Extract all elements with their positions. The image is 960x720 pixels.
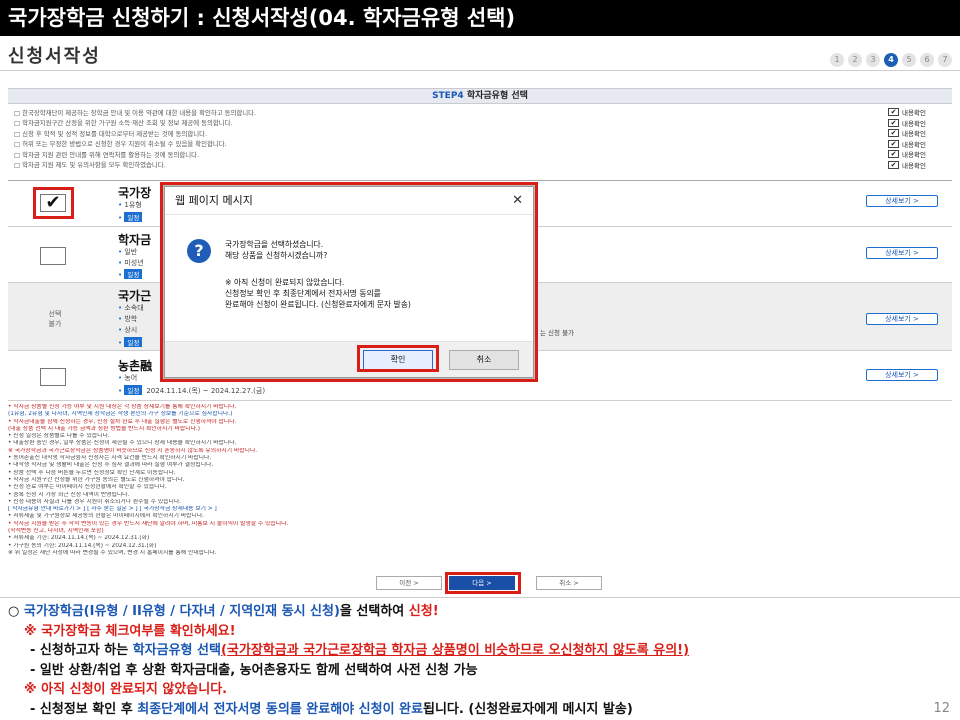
notice-item: • 학자금 상품별 신청 가능 여부 및 지원 대상은 각 상품 상세보기를 통… [8,404,237,410]
agreement-item: □ 허위 또는 부정한 방법으로 신청한 경우 지원이 취소될 수 있음을 확인… [14,140,227,149]
step-7: 7 [938,53,952,67]
step-number: STEP4 [432,91,464,101]
notice-item: • 학자금 지원구간 산정을 위한 가구원 동의는 별도로 진행하셔야 합니다. [8,476,185,483]
agreement-checks: ✔ 내용확인 ✔ 내용확인 ✔ 내용확인 ✔ 내용확인 ✔ 내용확인 ✔ 내용확인 [888,107,954,170]
detail-button[interactable]: 상세보기 > [866,247,938,259]
notice-item: • 신청 내용이 사실과 다를 경우 지원이 취소되거나 환수될 수 있습니다. [8,498,182,505]
step-header: STEP4 학자금유형 선택 [8,88,952,104]
notice-item: [ 학자금유형 안내 바로가기 > ] [ 자주 묻는 질문 > ] [ 국가장… [8,506,217,513]
agreement-list: □ 한국장학재단이 제공하는 장학금 안내 및 이용 약관에 대한 내용을 확인… [14,107,854,170]
step-1: 1 [830,53,844,67]
product-detail: • 1유형 [118,201,142,209]
agreement-checkbox[interactable]: ✔ 내용확인 [888,107,954,118]
detail-button[interactable]: 상세보기 > [866,369,938,381]
notice-item: • 대학생 학자금 및 생활비 대출은 신청 후 심사 결과에 따라 실행 여부… [8,462,214,469]
step-indicator: 1234567 [830,53,952,67]
explanation-line: - 신청하고자 하는 학자금유형 선택(국가장학금과 국가근로장학금 학자금 상… [30,643,690,658]
page-heading: 신청서작성 [8,46,101,67]
side-note: 는 신청 불가 [540,329,575,337]
product-name: 학자금 [118,233,152,247]
slide-title: 국가장학금 신청하기 : 신청서작성(04. 학자금유형 선택) [0,0,960,36]
product-name: 농촌融 [118,359,153,373]
product-checkbox-loan[interactable] [40,247,66,265]
product-checkbox-rural[interactable] [40,368,66,386]
notice-item: • 상품 선택 후 다음 버튼을 누르면 신청정보 확인 단계로 이동합니다. [8,469,176,476]
agreement-checkbox[interactable]: ✔ 내용확인 [888,118,954,129]
agreement-item: □ 학자금 지원 관련 안내를 위해 연락처를 활용하는 것에 동의합니다. [14,150,200,159]
notice-item: • 가구원 동의 기한: 2024.11.14.(목) ~ 2024.12.31… [8,542,157,549]
explanation: ○ 국가장학금(I유형 / II유형 / 다자녀 / 지역인재 동시 신청)을 … [8,602,958,719]
check-mark-icon: ✔ [888,160,899,169]
detail-button[interactable]: 상세보기 > [866,313,938,325]
notice-item: • 신청 일정은 상품별로 다를 수 있습니다. [8,433,110,440]
product-period: • 일정 [118,337,146,347]
step-5: 5 [902,53,916,67]
step-label: 학자금유형 선택 [466,91,528,101]
agreement-item: □ 신청 후 학적 및 성적 정보를 대학으로부터 제공받는 것에 동의합니다. [14,129,208,138]
notice-item: (학적변동 신고, 다자녀, 지역인재 포함) [8,528,104,535]
notice-item: • 서류제출 기한: 2024.11.14.(목) ~ 2024.12.31.(… [8,535,150,542]
check-mark-icon: ✔ [888,118,899,127]
agreement-item: □ 한국장학재단이 제공하는 장학금 안내 및 이용 약관에 대한 내용을 확인… [14,108,257,117]
step-3: 3 [866,53,880,67]
prev-button[interactable]: 이전 > [376,576,442,590]
heading-divider [0,70,960,71]
product-detail: • 미성년 [118,259,144,267]
unavailable-label: 선택 불가 [48,310,62,328]
check-mark-icon: ✔ [888,129,899,138]
notice-item: (1유형, 2유형 및 다자녀, 지역인재 장학금은 학생 본인의 가구 정보를… [8,411,233,418]
step-2: 2 [848,53,862,67]
agreement-checkbox[interactable]: ✔ 내용확인 [888,149,954,160]
notice-item: • 중복 신청 시 가장 최근 신청 내역이 반영됩니다. [8,491,130,498]
check-mark-icon: ✔ [888,108,899,117]
explanation-line: ○ 국가장학금(I유형 / II유형 / 다자녀 / 지역인재 동시 신청)을 … [8,604,439,619]
notice-item: • 농어촌출신 대학생 학자금융자 신청자는 자격 요건을 반드시 확인하시기 … [8,455,212,462]
notice-list: • 학자금 상품별 신청 가능 여부 및 지원 대상은 각 상품 상세보기를 통… [8,404,952,557]
notice-item: • 학자금 지원을 받은 후 학적 변동이 있는 경우 반드시 재단에 알려야 … [8,520,289,527]
notice-item: ※ 위 일정은 재단 사정에 따라 변경될 수 있으며, 변경 시 홈페이지를 … [8,549,217,556]
next-highlight-box [445,572,521,594]
check-mark-icon: ✔ [888,150,899,159]
product-name: 국가근 [118,289,152,303]
notice-item: (대출 상품 선택 시 대출 가능 금액과 상환 방법을 반드시 확인하시기 바… [8,425,200,432]
product-period: • 일정 2024.11.14.(목) ~ 2024.12.27.(금) [118,385,266,395]
explanation-line: - 일반 상환/취업 후 상환 학자금대출, 농어촌융자도 함께 선택하여 사전… [30,662,478,678]
detail-button[interactable]: 상세보기 > [866,195,938,207]
agreement-checkbox[interactable]: ✔ 내용확인 [888,139,954,150]
agreement-checkbox[interactable]: ✔ 내용확인 [888,128,954,139]
bottom-buttons: 이전 > 다음 > 취소 > [0,572,960,594]
product-detail: • 방학 [118,315,138,323]
product-detail: • 농어 [118,374,138,382]
product-period: • 일정 [118,212,146,222]
section-divider [0,597,960,598]
product-detail: • 일반 [118,248,138,256]
product-name: 국가장 [118,186,152,200]
notice-item: • 대출상환 중인 경우, 일부 상품은 신청이 제한될 수 있으니 상세 내용… [8,440,237,447]
agreement-checkbox[interactable]: ✔ 내용확인 [888,160,954,171]
product-period: • 일정 [118,269,146,279]
agreement-item: □ 학자금 지원 제도 및 유의사항을 모두 확인하였습니다. [14,161,166,170]
ok-highlight-box [357,345,439,372]
page-number: 12 [933,701,950,716]
check-mark-icon: ✔ [888,139,899,148]
product-detail: • 상시 [118,326,138,334]
step-6: 6 [920,53,934,67]
dialog-highlight-box [160,182,538,382]
step-4: 4 [884,53,898,67]
agreement-item: □ 학자금지원구간 산정을 위한 가구원 소득·재산 조회 및 정보 제공에 동… [14,119,233,128]
product-detail: • 소속대 [118,304,144,312]
explanation-line: - 신청정보 확인 후 최종단계에서 전자서명 동의를 완료해야 신청이 완료됩… [30,701,633,717]
cancel-button[interactable]: 취소 > [536,576,602,590]
notice-item: • 서류제출 및 가구원정보 제공동의 현황은 마이페이지에서 확인하시기 바랍… [8,513,204,520]
notice-item: • 신청 완료 여부는 마이페이지 신청현황에서 확인할 수 있습니다. [8,484,167,491]
explanation-line: ※ 아직 신청이 완료되지 않았습니다. [24,682,228,697]
notice-item: ※ 국가장학금과 국가근로장학금은 상품명이 비슷하므로 신청 시 혼동하지 않… [8,447,258,454]
notice-item: • 학자금대출을 함께 신청하는 경우, 신청 절차 완료 후 대출 실행은 별… [8,418,237,425]
explanation-line: ※ 국가장학금 체크여부를 확인하세요! [24,623,236,639]
highlight-box [33,187,74,219]
